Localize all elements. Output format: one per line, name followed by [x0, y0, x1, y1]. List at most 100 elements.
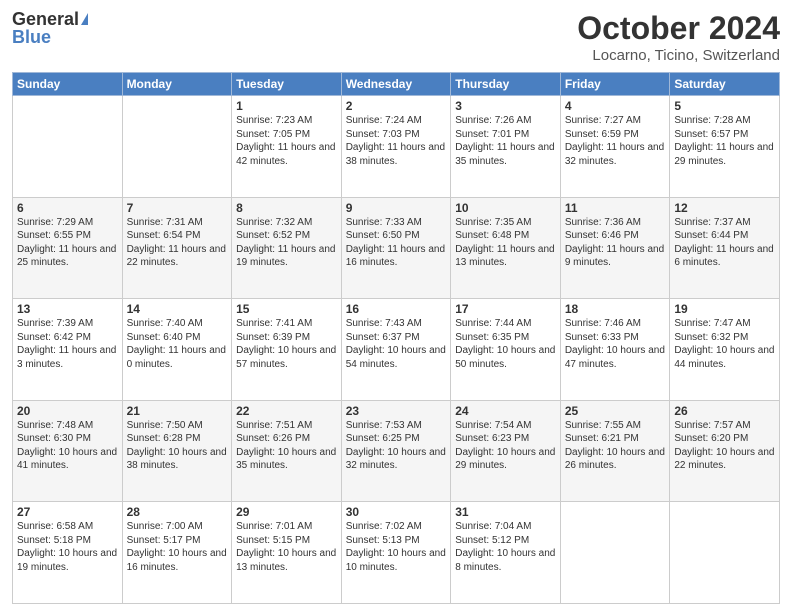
day-info: Sunrise: 7:01 AM Sunset: 5:15 PM Dayligh…: [236, 520, 337, 574]
calendar-cell: 30Sunrise: 7:02 AM Sunset: 5:13 PM Dayli…: [341, 502, 451, 604]
day-number: 14: [127, 302, 228, 316]
day-number: 28: [127, 505, 228, 519]
day-info: Sunrise: 7:47 AM Sunset: 6:32 PM Dayligh…: [674, 317, 775, 371]
day-info: Sunrise: 7:37 AM Sunset: 6:44 PM Dayligh…: [674, 216, 775, 270]
day-info: Sunrise: 7:53 AM Sunset: 6:25 PM Dayligh…: [346, 419, 447, 473]
day-number: 5: [674, 99, 775, 113]
day-info: Sunrise: 7:51 AM Sunset: 6:26 PM Dayligh…: [236, 419, 337, 473]
day-number: 9: [346, 201, 447, 215]
day-number: 26: [674, 404, 775, 418]
day-info: Sunrise: 7:41 AM Sunset: 6:39 PM Dayligh…: [236, 317, 337, 371]
calendar-week-row: 27Sunrise: 6:58 AM Sunset: 5:18 PM Dayli…: [13, 502, 780, 604]
day-number: 30: [346, 505, 447, 519]
day-number: 15: [236, 302, 337, 316]
day-number: 6: [17, 201, 118, 215]
calendar-cell: 10Sunrise: 7:35 AM Sunset: 6:48 PM Dayli…: [451, 197, 561, 299]
calendar-cell: 26Sunrise: 7:57 AM Sunset: 6:20 PM Dayli…: [670, 400, 780, 502]
day-number: 31: [455, 505, 556, 519]
calendar-week-row: 6Sunrise: 7:29 AM Sunset: 6:55 PM Daylig…: [13, 197, 780, 299]
calendar-cell: 15Sunrise: 7:41 AM Sunset: 6:39 PM Dayli…: [232, 299, 342, 401]
day-number: 7: [127, 201, 228, 215]
page-container: General Blue October 2024 Locarno, Ticin…: [0, 0, 792, 612]
calendar-cell: 8Sunrise: 7:32 AM Sunset: 6:52 PM Daylig…: [232, 197, 342, 299]
calendar-cell: 17Sunrise: 7:44 AM Sunset: 6:35 PM Dayli…: [451, 299, 561, 401]
calendar-week-row: 1Sunrise: 7:23 AM Sunset: 7:05 PM Daylig…: [13, 96, 780, 198]
calendar-cell: 19Sunrise: 7:47 AM Sunset: 6:32 PM Dayli…: [670, 299, 780, 401]
day-info: Sunrise: 7:46 AM Sunset: 6:33 PM Dayligh…: [565, 317, 666, 371]
weekday-header-thursday: Thursday: [451, 73, 561, 96]
day-info: Sunrise: 7:50 AM Sunset: 6:28 PM Dayligh…: [127, 419, 228, 473]
calendar-cell: 21Sunrise: 7:50 AM Sunset: 6:28 PM Dayli…: [122, 400, 232, 502]
month-title: October 2024: [577, 10, 780, 47]
calendar-cell: 2Sunrise: 7:24 AM Sunset: 7:03 PM Daylig…: [341, 96, 451, 198]
location: Locarno, Ticino, Switzerland: [577, 47, 780, 64]
day-info: Sunrise: 7:33 AM Sunset: 6:50 PM Dayligh…: [346, 216, 447, 270]
title-block: October 2024 Locarno, Ticino, Switzerlan…: [577, 10, 780, 64]
weekday-header-monday: Monday: [122, 73, 232, 96]
weekday-header-wednesday: Wednesday: [341, 73, 451, 96]
day-info: Sunrise: 7:26 AM Sunset: 7:01 PM Dayligh…: [455, 114, 556, 168]
calendar-cell: 3Sunrise: 7:26 AM Sunset: 7:01 PM Daylig…: [451, 96, 561, 198]
day-number: 17: [455, 302, 556, 316]
day-info: Sunrise: 7:35 AM Sunset: 6:48 PM Dayligh…: [455, 216, 556, 270]
day-number: 3: [455, 99, 556, 113]
day-info: Sunrise: 7:23 AM Sunset: 7:05 PM Dayligh…: [236, 114, 337, 168]
day-info: Sunrise: 7:02 AM Sunset: 5:13 PM Dayligh…: [346, 520, 447, 574]
day-info: Sunrise: 7:48 AM Sunset: 6:30 PM Dayligh…: [17, 419, 118, 473]
calendar-cell: 5Sunrise: 7:28 AM Sunset: 6:57 PM Daylig…: [670, 96, 780, 198]
calendar-cell: 9Sunrise: 7:33 AM Sunset: 6:50 PM Daylig…: [341, 197, 451, 299]
logo-blue-text: Blue: [12, 28, 51, 46]
day-number: 11: [565, 201, 666, 215]
day-info: Sunrise: 7:00 AM Sunset: 5:17 PM Dayligh…: [127, 520, 228, 574]
day-info: Sunrise: 7:57 AM Sunset: 6:20 PM Dayligh…: [674, 419, 775, 473]
header: General Blue October 2024 Locarno, Ticin…: [12, 10, 780, 64]
day-info: Sunrise: 6:58 AM Sunset: 5:18 PM Dayligh…: [17, 520, 118, 574]
day-number: 25: [565, 404, 666, 418]
day-info: Sunrise: 7:44 AM Sunset: 6:35 PM Dayligh…: [455, 317, 556, 371]
calendar-cell: 22Sunrise: 7:51 AM Sunset: 6:26 PM Dayli…: [232, 400, 342, 502]
day-number: 22: [236, 404, 337, 418]
day-number: 4: [565, 99, 666, 113]
day-info: Sunrise: 7:54 AM Sunset: 6:23 PM Dayligh…: [455, 419, 556, 473]
day-number: 19: [674, 302, 775, 316]
day-info: Sunrise: 7:24 AM Sunset: 7:03 PM Dayligh…: [346, 114, 447, 168]
calendar-week-row: 13Sunrise: 7:39 AM Sunset: 6:42 PM Dayli…: [13, 299, 780, 401]
calendar-table: SundayMondayTuesdayWednesdayThursdayFrid…: [12, 72, 780, 604]
day-number: 1: [236, 99, 337, 113]
calendar-cell: 6Sunrise: 7:29 AM Sunset: 6:55 PM Daylig…: [13, 197, 123, 299]
calendar-cell: 14Sunrise: 7:40 AM Sunset: 6:40 PM Dayli…: [122, 299, 232, 401]
day-number: 23: [346, 404, 447, 418]
day-info: Sunrise: 7:04 AM Sunset: 5:12 PM Dayligh…: [455, 520, 556, 574]
calendar-week-row: 20Sunrise: 7:48 AM Sunset: 6:30 PM Dayli…: [13, 400, 780, 502]
calendar-cell: 23Sunrise: 7:53 AM Sunset: 6:25 PM Dayli…: [341, 400, 451, 502]
day-info: Sunrise: 7:28 AM Sunset: 6:57 PM Dayligh…: [674, 114, 775, 168]
calendar-cell: 24Sunrise: 7:54 AM Sunset: 6:23 PM Dayli…: [451, 400, 561, 502]
day-info: Sunrise: 7:43 AM Sunset: 6:37 PM Dayligh…: [346, 317, 447, 371]
calendar-cell: 7Sunrise: 7:31 AM Sunset: 6:54 PM Daylig…: [122, 197, 232, 299]
calendar-cell: [13, 96, 123, 198]
calendar-cell: 11Sunrise: 7:36 AM Sunset: 6:46 PM Dayli…: [560, 197, 670, 299]
calendar-cell: 20Sunrise: 7:48 AM Sunset: 6:30 PM Dayli…: [13, 400, 123, 502]
weekday-header-friday: Friday: [560, 73, 670, 96]
day-info: Sunrise: 7:40 AM Sunset: 6:40 PM Dayligh…: [127, 317, 228, 371]
day-number: 8: [236, 201, 337, 215]
calendar-cell: [670, 502, 780, 604]
weekday-header-saturday: Saturday: [670, 73, 780, 96]
calendar-cell: 4Sunrise: 7:27 AM Sunset: 6:59 PM Daylig…: [560, 96, 670, 198]
day-info: Sunrise: 7:39 AM Sunset: 6:42 PM Dayligh…: [17, 317, 118, 371]
calendar-cell: 31Sunrise: 7:04 AM Sunset: 5:12 PM Dayli…: [451, 502, 561, 604]
calendar-cell: 1Sunrise: 7:23 AM Sunset: 7:05 PM Daylig…: [232, 96, 342, 198]
day-info: Sunrise: 7:31 AM Sunset: 6:54 PM Dayligh…: [127, 216, 228, 270]
weekday-header-sunday: Sunday: [13, 73, 123, 96]
day-info: Sunrise: 7:55 AM Sunset: 6:21 PM Dayligh…: [565, 419, 666, 473]
day-number: 12: [674, 201, 775, 215]
day-number: 21: [127, 404, 228, 418]
calendar-cell: [122, 96, 232, 198]
calendar-cell: 18Sunrise: 7:46 AM Sunset: 6:33 PM Dayli…: [560, 299, 670, 401]
calendar-cell: 29Sunrise: 7:01 AM Sunset: 5:15 PM Dayli…: [232, 502, 342, 604]
calendar-cell: 16Sunrise: 7:43 AM Sunset: 6:37 PM Dayli…: [341, 299, 451, 401]
calendar-cell: 12Sunrise: 7:37 AM Sunset: 6:44 PM Dayli…: [670, 197, 780, 299]
calendar-cell: 28Sunrise: 7:00 AM Sunset: 5:17 PM Dayli…: [122, 502, 232, 604]
calendar-cell: [560, 502, 670, 604]
logo: General Blue: [12, 10, 88, 46]
